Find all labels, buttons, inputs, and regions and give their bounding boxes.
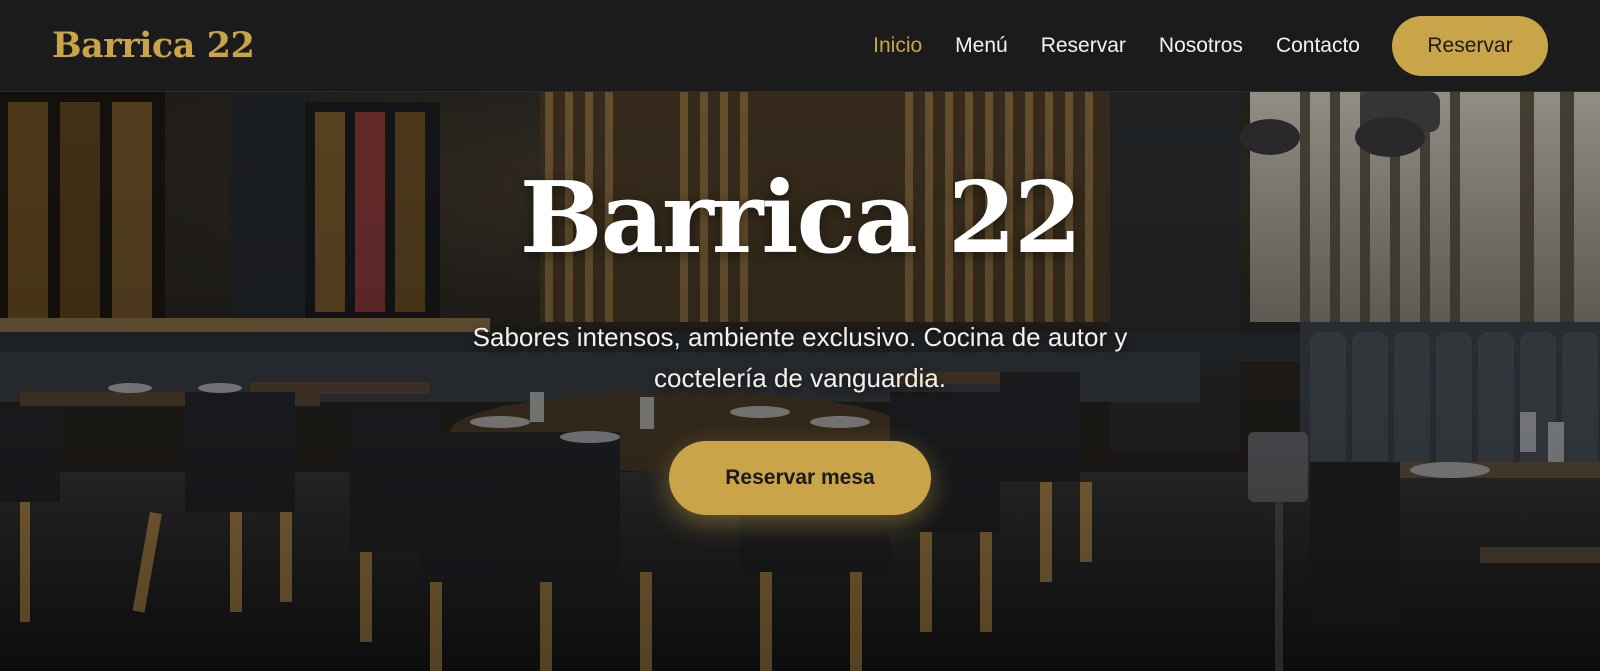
hero-title: Barrica 22 — [519, 161, 1083, 276]
nav-link-menu[interactable]: Menú — [955, 34, 1008, 58]
nav-link-reservar[interactable]: Reservar — [1041, 34, 1126, 58]
nav-link-nosotros[interactable]: Nosotros — [1159, 34, 1243, 58]
reservar-mesa-button[interactable]: Reservar mesa — [669, 441, 931, 515]
hero-section: Barrica 22 Sabores intensos, ambiente ex… — [0, 92, 1600, 671]
nav-link-contacto[interactable]: Contacto — [1276, 34, 1360, 58]
hero-subtitle: Sabores intensos, ambiente exclusivo. Co… — [472, 322, 1128, 393]
header-reservar-button[interactable]: Reservar — [1392, 15, 1548, 76]
main-nav: Inicio Menú Reservar Nosotros Contacto R… — [840, 15, 1548, 76]
site-header: Barrica 22 Inicio Menú Reservar Nosotros… — [0, 0, 1600, 92]
brand-logo[interactable]: Barrica 22 — [52, 25, 255, 66]
hero-content: Barrica 22 Sabores intensos, ambiente ex… — [0, 92, 1600, 671]
nav-link-inicio[interactable]: Inicio — [873, 34, 922, 58]
